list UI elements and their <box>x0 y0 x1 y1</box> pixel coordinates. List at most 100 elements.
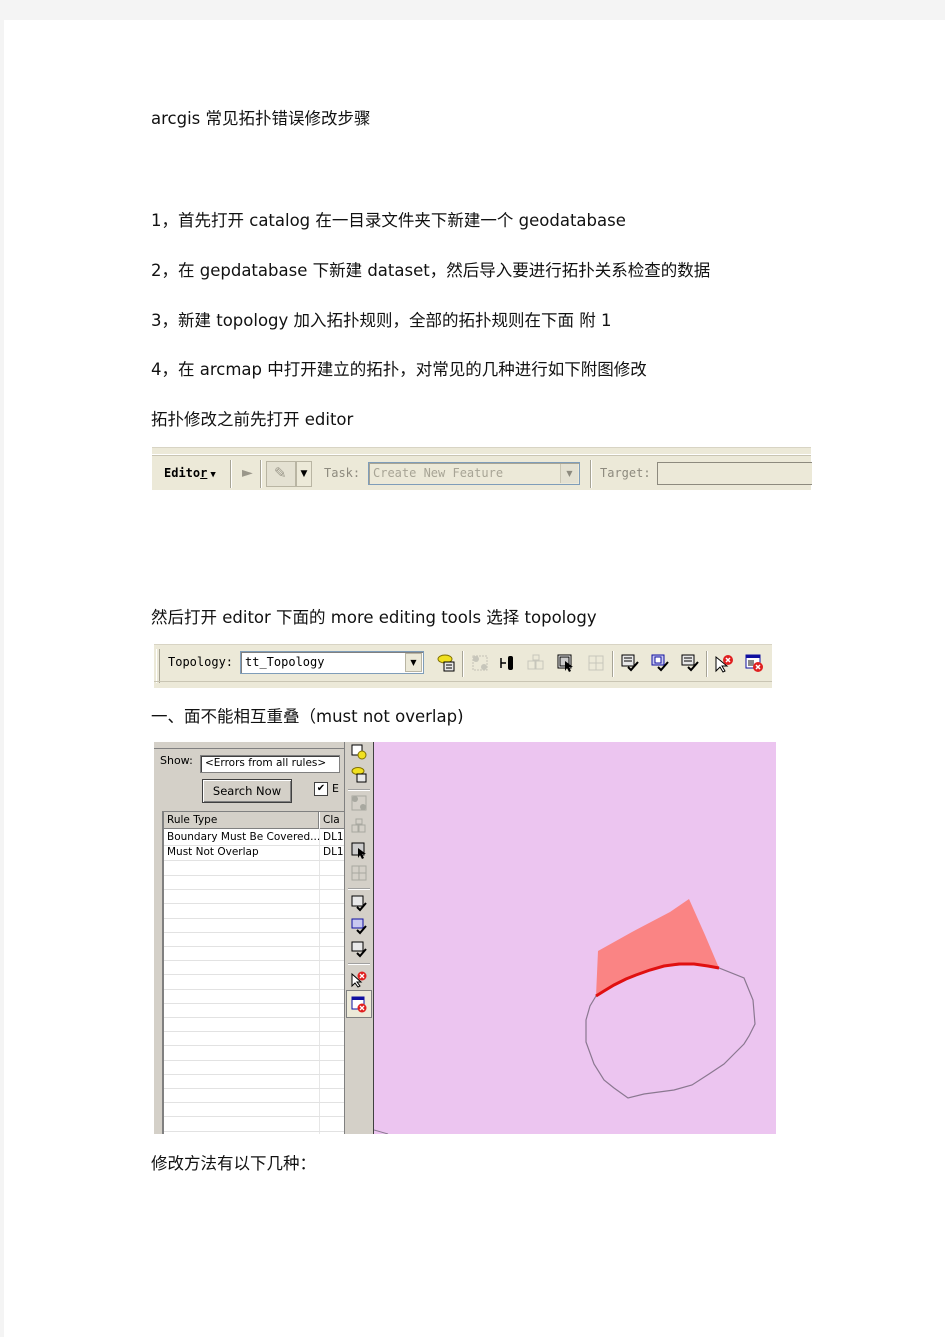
topology-note: 然后打开 editor 下面的 more editing tools 选择 to… <box>151 608 597 627</box>
extent-checkbox[interactable]: ✔ <box>314 782 328 796</box>
show-shared-features-icon[interactable] <box>498 653 518 673</box>
empty-table-row <box>164 1102 344 1118</box>
empty-table-row <box>164 960 344 976</box>
topology-layer-icon[interactable] <box>350 743 368 761</box>
panel-top-strip <box>154 742 344 749</box>
validate-topology-in-area-icon[interactable] <box>620 653 640 673</box>
target-select[interactable] <box>657 462 812 485</box>
toolbar-divider <box>154 681 772 682</box>
error-inspector-panel: Show: <Errors from all rules> Search Now… <box>154 742 344 1134</box>
edit-tool-arrow-icon[interactable]: ► <box>242 465 253 481</box>
toolbar-divider <box>152 455 811 456</box>
empty-table-row <box>164 1031 344 1047</box>
topology-toolbar: Topology: tt_Topology ▼ <box>154 644 772 688</box>
extent-checkbox-label: E <box>332 782 339 795</box>
empty-table-row <box>164 918 344 933</box>
show-label: Show: <box>160 754 193 767</box>
validate-entire-topology-icon[interactable] <box>350 940 368 958</box>
empty-table-row <box>164 1074 344 1089</box>
sketch-tool-dropdown[interactable]: ▼ <box>296 461 312 487</box>
construct-features-icon[interactable] <box>526 653 546 673</box>
class-cell: DL1 <box>323 846 344 858</box>
rule-type-cell: Boundary Must Be Covered... <box>167 831 321 843</box>
empty-table-row <box>164 875 344 891</box>
map-corner-mark <box>373 1129 389 1134</box>
mnemonic-char: r <box>200 466 208 480</box>
toolbar-separator <box>590 460 592 488</box>
empty-table-row <box>164 946 344 962</box>
topology-value: tt_Topology <box>245 655 325 669</box>
empty-table-row <box>164 1117 344 1132</box>
validate-topology-visible-extent-icon[interactable] <box>350 917 368 935</box>
column-header-rule-type[interactable]: Rule Type <box>167 814 217 826</box>
error-inspector-icon[interactable] <box>350 995 368 1013</box>
construct-features-icon[interactable] <box>350 817 368 835</box>
empty-table-row <box>164 1003 344 1018</box>
planarize-lines-icon[interactable] <box>350 864 368 882</box>
topology-edit-tool-icon[interactable] <box>350 794 368 812</box>
table-row[interactable]: Must Not Overlap DL1 <box>164 846 344 861</box>
fix-error-tool-icon[interactable] <box>714 653 734 673</box>
empty-table-row <box>164 1046 344 1061</box>
document-title: arcgis 常见拓扑错误修改步骤 <box>151 109 371 128</box>
fix-error-tool-icon[interactable] <box>350 970 368 988</box>
topology-select[interactable]: tt_Topology ▼ <box>240 651 424 674</box>
toolbar-separator <box>612 651 614 677</box>
show-filter-select[interactable]: <Errors from all rules> <box>200 755 340 773</box>
table-header: Rule Type Cla <box>164 812 344 829</box>
empty-table-row <box>164 889 344 905</box>
planarize-lines-icon[interactable] <box>586 653 606 673</box>
chevron-down-icon: ▼ <box>210 470 216 480</box>
toolbar-separator <box>706 651 708 677</box>
column-header-class[interactable]: Cla <box>323 814 340 826</box>
target-label: Target: <box>600 466 651 480</box>
table-row[interactable]: Boundary Must Be Covered... DL1 <box>164 831 344 846</box>
sketch-pencil-icon: ✎ <box>274 464 287 482</box>
search-now-button[interactable]: Search Now <box>202 779 292 803</box>
map-topology-icon[interactable] <box>350 766 368 784</box>
fix-topology-error-icon[interactable] <box>350 841 368 859</box>
sketch-tool-button[interactable]: ✎ <box>266 461 296 487</box>
toolbar-grip[interactable] <box>156 649 160 683</box>
topology-edit-tool-icon[interactable] <box>470 653 490 673</box>
fix-methods-label: 修改方法有以下几种： <box>151 1154 316 1173</box>
validate-topology-in-area-icon[interactable] <box>350 894 368 912</box>
empty-table-row <box>164 904 344 919</box>
toolbar-separator <box>462 651 464 677</box>
fix-topology-error-icon[interactable] <box>556 653 576 673</box>
task-select[interactable]: Create New Feature ▼ <box>368 462 580 485</box>
class-cell: DL1 <box>323 831 344 843</box>
map-view[interactable] <box>373 742 776 1134</box>
error-inspector-screenshot: Show: <Errors from all rules> Search Now… <box>154 742 776 1134</box>
toolbar-separator <box>348 888 370 890</box>
empty-table-row <box>164 932 344 947</box>
vertical-topology-toolbar <box>344 742 374 1134</box>
toolbar-separator <box>260 460 262 488</box>
task-label: Task: <box>324 466 361 480</box>
validate-topology-visible-extent-icon[interactable] <box>650 653 670 673</box>
empty-table-row <box>164 1017 344 1033</box>
section-1-heading: 一、面不能相互重叠（must not overlap) <box>151 707 464 726</box>
step-3: 3，新建 topology 加入拓扑规则，全部的拓扑规则在下面 附 1 <box>151 311 612 330</box>
map-topology-icon[interactable] <box>436 653 456 673</box>
chevron-down-icon[interactable]: ▼ <box>560 464 578 483</box>
rule-type-cell: Must Not Overlap <box>167 846 259 858</box>
chevron-down-icon: ▼ <box>300 469 308 479</box>
error-inspector-icon[interactable] <box>744 653 764 673</box>
show-filter-value: <Errors from all rules> <box>205 757 327 769</box>
errors-table: Rule Type Cla Boundary Must Be Covered..… <box>162 811 344 1134</box>
validate-entire-topology-icon[interactable] <box>680 653 700 673</box>
chevron-down-icon[interactable]: ▼ <box>405 653 422 672</box>
editor-toolbar: Editor ▼ ► ✎ ▼ Task: Create New Feature ▼… <box>152 447 812 490</box>
editor-menu[interactable]: Editor ▼ <box>164 466 216 480</box>
empty-table-row <box>164 989 344 1004</box>
overlap-error-polygon[interactable] <box>596 899 719 996</box>
editor-note: 拓扑修改之前先打开 editor <box>151 410 354 429</box>
step-2: 2，在 gepdatabase 下新建 dataset，然后导入要进行拓扑关系检… <box>151 261 711 280</box>
column-resize-handle[interactable] <box>318 812 320 828</box>
empty-table-row <box>164 975 344 990</box>
empty-table-row <box>164 861 344 876</box>
map-canvas[interactable] <box>373 742 776 1134</box>
topology-label: Topology: <box>168 655 234 669</box>
toolbar-separator <box>230 460 232 488</box>
